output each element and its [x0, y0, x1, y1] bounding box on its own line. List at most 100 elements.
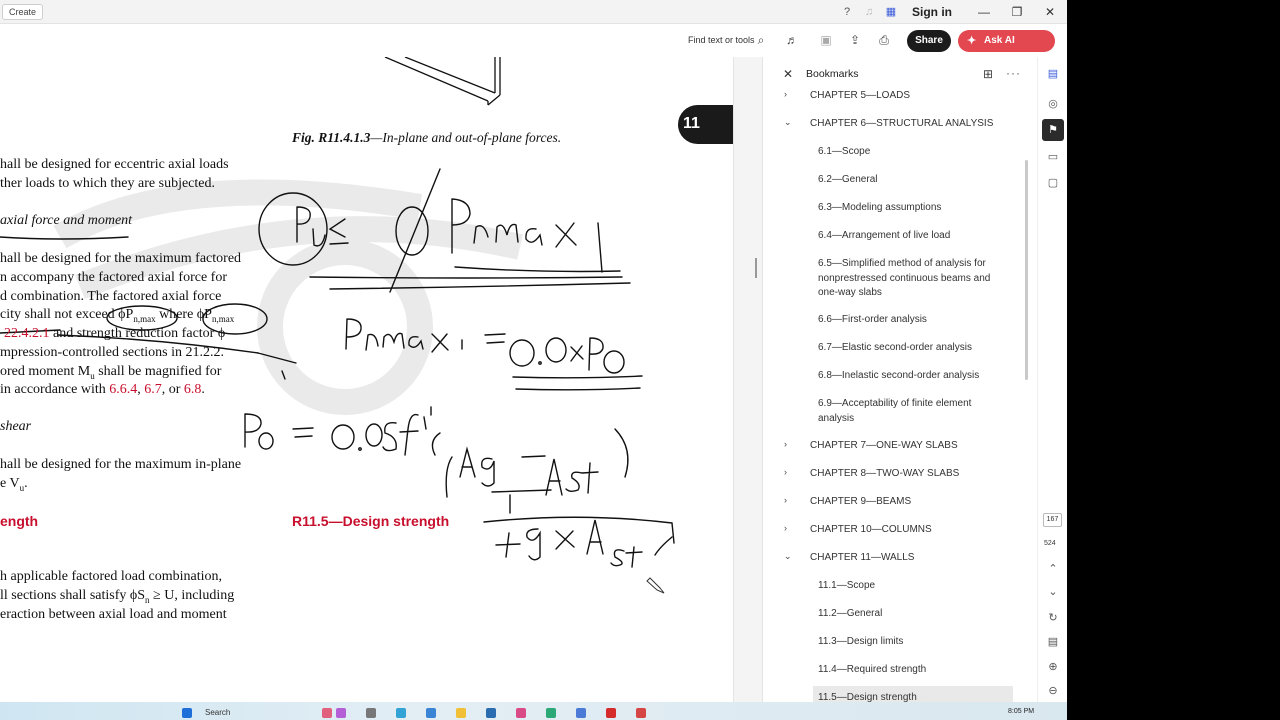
chevron-down-icon[interactable]: ⌄ [1045, 584, 1061, 600]
total-pages: 524 [1044, 540, 1056, 547]
chevron-right-icon[interactable]: › [784, 467, 794, 477]
folder-icon[interactable] [456, 708, 466, 718]
upload-icon[interactable]: ⇪ [847, 32, 863, 48]
app-icon[interactable] [396, 708, 406, 718]
zoom-in-icon[interactable]: ⊕ [1045, 659, 1061, 675]
bookmark-6-5[interactable]: 6.5—Simplified method of analysis for no… [818, 257, 1008, 301]
read-aloud-icon[interactable]: ♬ [784, 32, 800, 48]
bookmark-11-2[interactable]: 11.2—General [818, 607, 1008, 622]
app-icon[interactable] [486, 708, 496, 718]
subsection-heading: axial force and moment [0, 213, 133, 228]
pages-icon[interactable]: ▭ [1045, 149, 1061, 165]
bookmark-6-8[interactable]: 6.8—Inelastic second-order analysis [818, 369, 1008, 384]
figure-caption-text: —In-plane and out-of-plane forces. [370, 130, 562, 145]
bookmark-11-1[interactable]: 11.1—Scope [818, 579, 1008, 594]
help-icon[interactable]: ? [840, 5, 854, 19]
bookmark-6-9[interactable]: 6.9—Acceptability of finite element anal… [818, 397, 1008, 426]
bookmark-chapter-10[interactable]: CHAPTER 10—COLUMNS [810, 523, 1020, 538]
zoom-out-icon[interactable]: ⊖ [1045, 683, 1061, 699]
figure-caption: Fig. R11.4.1.3—In-plane and out-of-plane… [292, 130, 561, 146]
minimize-icon[interactable]: — [975, 3, 993, 21]
panel-scrollbar[interactable] [1025, 160, 1028, 380]
reference-link[interactable]: 6.8 [184, 382, 202, 397]
bookmark-chapter-9[interactable]: CHAPTER 9—BEAMS [810, 495, 1020, 510]
text-line: hall be designed for the maximum in-plan… [0, 457, 242, 472]
text-line: city shall not exceed ϕPn,max where ϕPn,… [0, 307, 235, 324]
more-options-icon[interactable]: ··· [1006, 66, 1021, 80]
acrobat-icon[interactable] [606, 708, 616, 718]
acrobat-window: Create ? ♫ ▦ Sign in — ❐ ✕ Find text or … [0, 0, 1067, 720]
right-tool-rail: ▤ ◎ ⚑ ▭ ▢ 167 524 ⌃ ⌄ ↻ ▤ ⊕ ⊖ [1037, 57, 1067, 702]
restore-icon[interactable]: ❐ [1008, 3, 1026, 21]
bookmark-chapter-6[interactable]: CHAPTER 6—STRUCTURAL ANALYSIS [810, 117, 1020, 132]
browser-icon[interactable] [546, 708, 556, 718]
comment-icon[interactable]: ◎ [1045, 96, 1061, 112]
close-window-icon[interactable]: ✕ [1041, 3, 1059, 21]
edit-pdf-icon[interactable]: ▤ [1045, 66, 1061, 82]
start-icon[interactable] [182, 708, 192, 718]
apps-grid-icon[interactable]: ▦ [884, 5, 898, 19]
panel-resize-handle[interactable] [755, 258, 757, 278]
print-icon[interactable]: ⎙ [876, 32, 892, 48]
chevron-right-icon[interactable]: › [784, 89, 794, 99]
share-button[interactable]: Share [907, 30, 951, 52]
chevron-down-icon[interactable]: ⌄ [784, 551, 794, 562]
chevron-down-icon[interactable]: ⌄ [784, 117, 794, 128]
sign-in-link[interactable]: Sign in [912, 5, 952, 19]
bookmark-chapter-11[interactable]: CHAPTER 11—WALLS [810, 551, 1020, 566]
bookmarks-panel: ✕ Bookmarks ⊞ ··· › CHAPTER 5—LOADS ⌄ CH… [763, 57, 1033, 702]
chevron-right-icon[interactable]: › [784, 495, 794, 505]
figure-caption-number: Fig. R11.4.1.3 [292, 130, 371, 145]
bookmark-6-4[interactable]: 6.4—Arrangement of live load [818, 229, 1008, 244]
text-fragment: in accordance with [0, 382, 106, 397]
app-icon[interactable] [366, 708, 376, 718]
document-scrollbar[interactable] [733, 57, 763, 702]
bookmark-chapter-7[interactable]: CHAPTER 7—ONE-WAY SLABS [810, 439, 1020, 454]
bookmark-chapter-8[interactable]: CHAPTER 8—TWO-WAY SLABS [810, 467, 1020, 482]
notification-bell-icon[interactable]: ♫ [862, 5, 876, 19]
close-panel-icon[interactable]: ✕ [783, 67, 793, 81]
bookmark-icon[interactable]: ⚑ [1042, 119, 1064, 141]
bookmark-6-3[interactable]: 6.3—Modeling assumptions [818, 201, 1008, 216]
bookmark-6-1[interactable]: 6.1—Scope [818, 145, 1008, 160]
bookmark-6-7[interactable]: 6.7—Elastic second-order analysis [818, 341, 1008, 356]
text-fragment: and strength reduction factor ϕ [53, 326, 226, 341]
chevron-right-icon[interactable]: › [784, 439, 794, 449]
text-line: ored moment Mu shall be magnified for [0, 364, 222, 381]
bookmark-11-5[interactable]: 11.5—Design strength [818, 691, 1008, 702]
reference-link[interactable]: 6.6.4 [109, 382, 137, 397]
bookmark-6-6[interactable]: 6.6—First-order analysis [818, 313, 1008, 328]
app-icon[interactable] [576, 708, 586, 718]
ai-sparkle-icon: ✦ [967, 35, 977, 47]
text-fragment: city shall not exceed ϕP [0, 307, 134, 322]
reference-link[interactable]: 22.4.2.1 [4, 326, 50, 341]
app-icon[interactable] [322, 708, 332, 718]
taskbar-search[interactable]: Search [205, 708, 230, 717]
bookmark-11-4[interactable]: 11.4—Required strength [818, 663, 1008, 678]
add-bookmark-icon[interactable]: ⊞ [983, 67, 993, 81]
text-line: h applicable factored load combination, [0, 569, 222, 584]
lock-icon[interactable]: ▢ [1045, 175, 1061, 191]
chapter-number: 11 [683, 115, 700, 132]
chevron-up-icon[interactable]: ⌃ [1045, 561, 1061, 577]
document-icon[interactable]: ▤ [1045, 634, 1061, 650]
save-icon[interactable]: ▣ [818, 32, 834, 48]
bookmark-6-2[interactable]: 6.2—General [818, 173, 1008, 188]
bookmark-11-3[interactable]: 11.3—Design limits [818, 635, 1008, 650]
app-icon[interactable] [636, 708, 646, 718]
find-text-field[interactable]: Find text or tools [688, 35, 755, 45]
bookmark-chapter-5[interactable]: CHAPTER 5—LOADS [810, 89, 1020, 104]
reference-link[interactable]: 6.7 [144, 382, 162, 397]
refresh-icon[interactable]: ↻ [1045, 610, 1061, 626]
app-icon[interactable] [426, 708, 436, 718]
app-icon[interactable] [336, 708, 346, 718]
chevron-right-icon[interactable]: › [784, 523, 794, 533]
page-number-input[interactable]: 167 [1043, 513, 1062, 527]
text-fragment: where ϕP [159, 307, 212, 322]
create-button[interactable]: Create [2, 4, 44, 20]
text-line: hall be designed for the maximum factore… [0, 251, 242, 266]
document-page[interactable]: Fig. R11.4.1.3—In-plane and out-of-plane… [0, 57, 733, 702]
ai-assistant-button[interactable]: ✦ Ask AI Assistant [958, 30, 1055, 68]
search-icon[interactable]: ⌕ [753, 32, 769, 48]
app-icon[interactable] [516, 708, 526, 718]
